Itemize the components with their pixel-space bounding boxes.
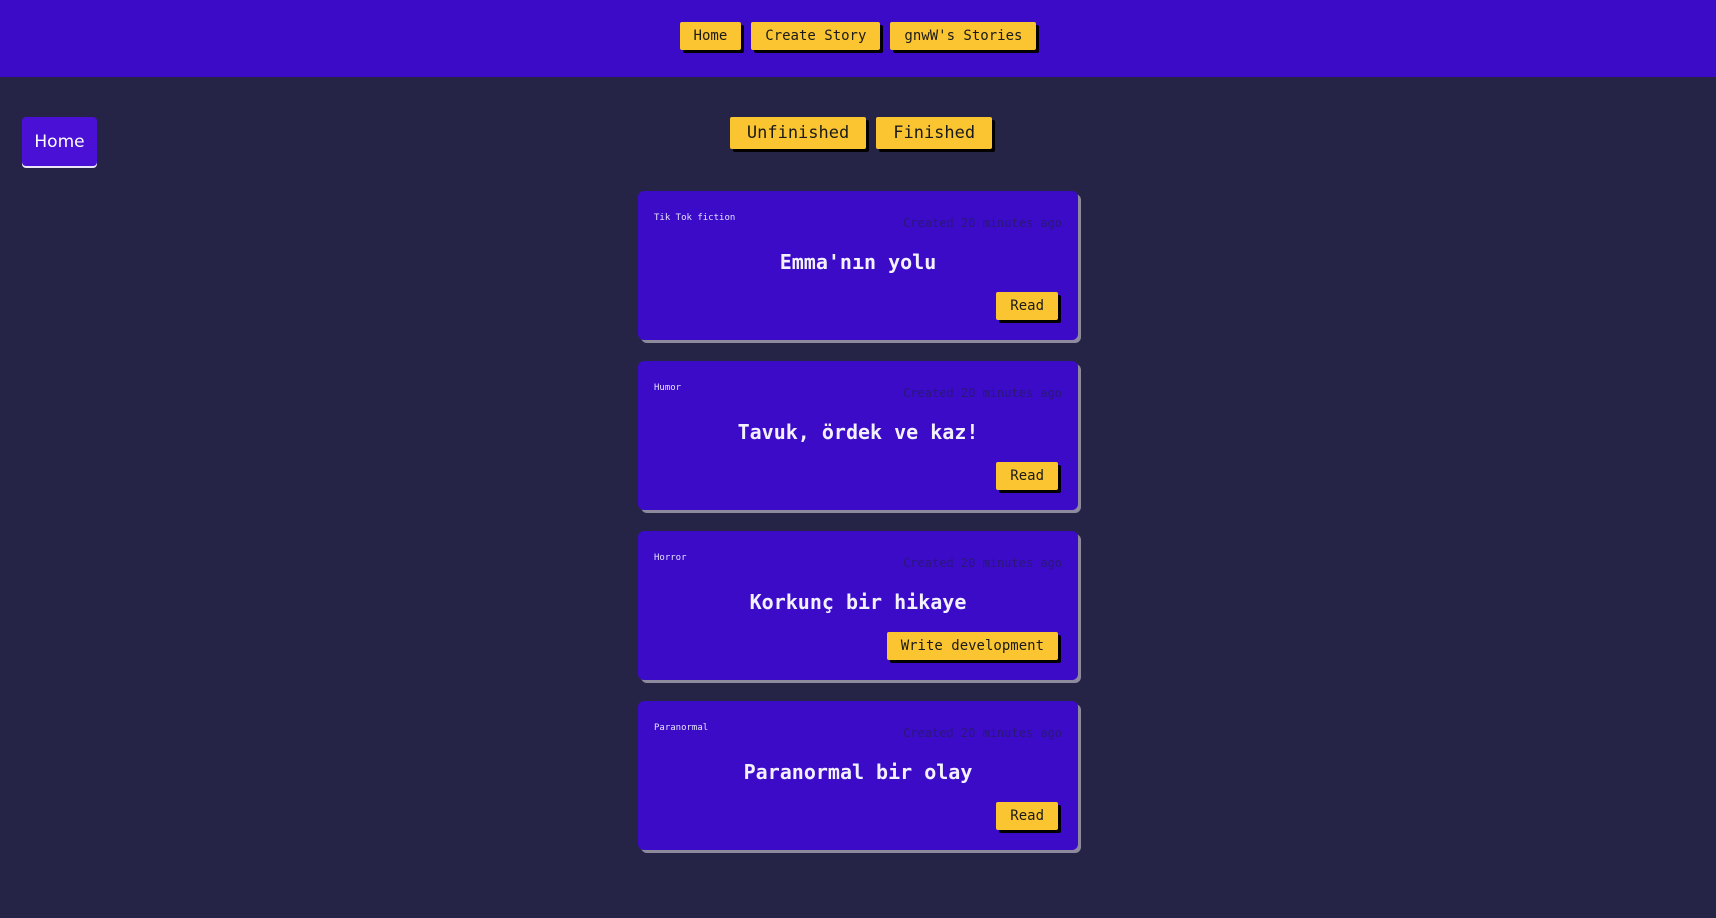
- story-title: Emma'nın yolu: [779, 250, 937, 274]
- story-created-time: Created 20 minutes ago: [903, 216, 1062, 230]
- story-title: Korkunç bir hikaye: [749, 590, 967, 614]
- story-card: Tik Tok fiction Created 20 minutes ago E…: [638, 191, 1078, 340]
- story-card: Paranormal Created 20 minutes ago Parano…: [638, 701, 1078, 850]
- story-genre: Humor: [654, 383, 682, 393]
- story-genre: Tik Tok fiction: [654, 213, 736, 223]
- story-card: Horror Created 20 minutes ago Korkunç bi…: [638, 531, 1078, 680]
- story-genre: Paranormal: [654, 723, 709, 733]
- story-list: Tik Tok fiction Created 20 minutes ago E…: [638, 191, 1078, 850]
- filter-finished-button[interactable]: Finished: [876, 117, 993, 149]
- story-read-button[interactable]: Read: [996, 462, 1058, 490]
- top-navbar: Home Create Story gnwW's Stories: [0, 0, 1716, 77]
- story-write-development-button[interactable]: Write development: [886, 632, 1058, 660]
- story-created-time: Created 20 minutes ago: [903, 386, 1062, 400]
- nav-create-story-button[interactable]: Create Story: [751, 22, 881, 50]
- story-genre: Horror: [654, 553, 687, 563]
- story-card: Humor Created 20 minutes ago Tavuk, örde…: [638, 361, 1078, 510]
- story-created-time: Created 20 minutes ago: [903, 726, 1062, 740]
- nav-home-button[interactable]: Home: [679, 22, 742, 50]
- story-title: Paranormal bir olay: [743, 760, 973, 784]
- story-title: Tavuk, ördek ve kaz!: [737, 420, 979, 444]
- story-filter-tabs: Unfinished Finished: [0, 117, 1716, 149]
- filter-unfinished-button[interactable]: Unfinished: [729, 117, 867, 149]
- story-read-button[interactable]: Read: [996, 802, 1058, 830]
- story-read-button[interactable]: Read: [996, 292, 1058, 320]
- story-created-time: Created 20 minutes ago: [903, 556, 1062, 570]
- nav-my-stories-button[interactable]: gnwW's Stories: [890, 22, 1037, 50]
